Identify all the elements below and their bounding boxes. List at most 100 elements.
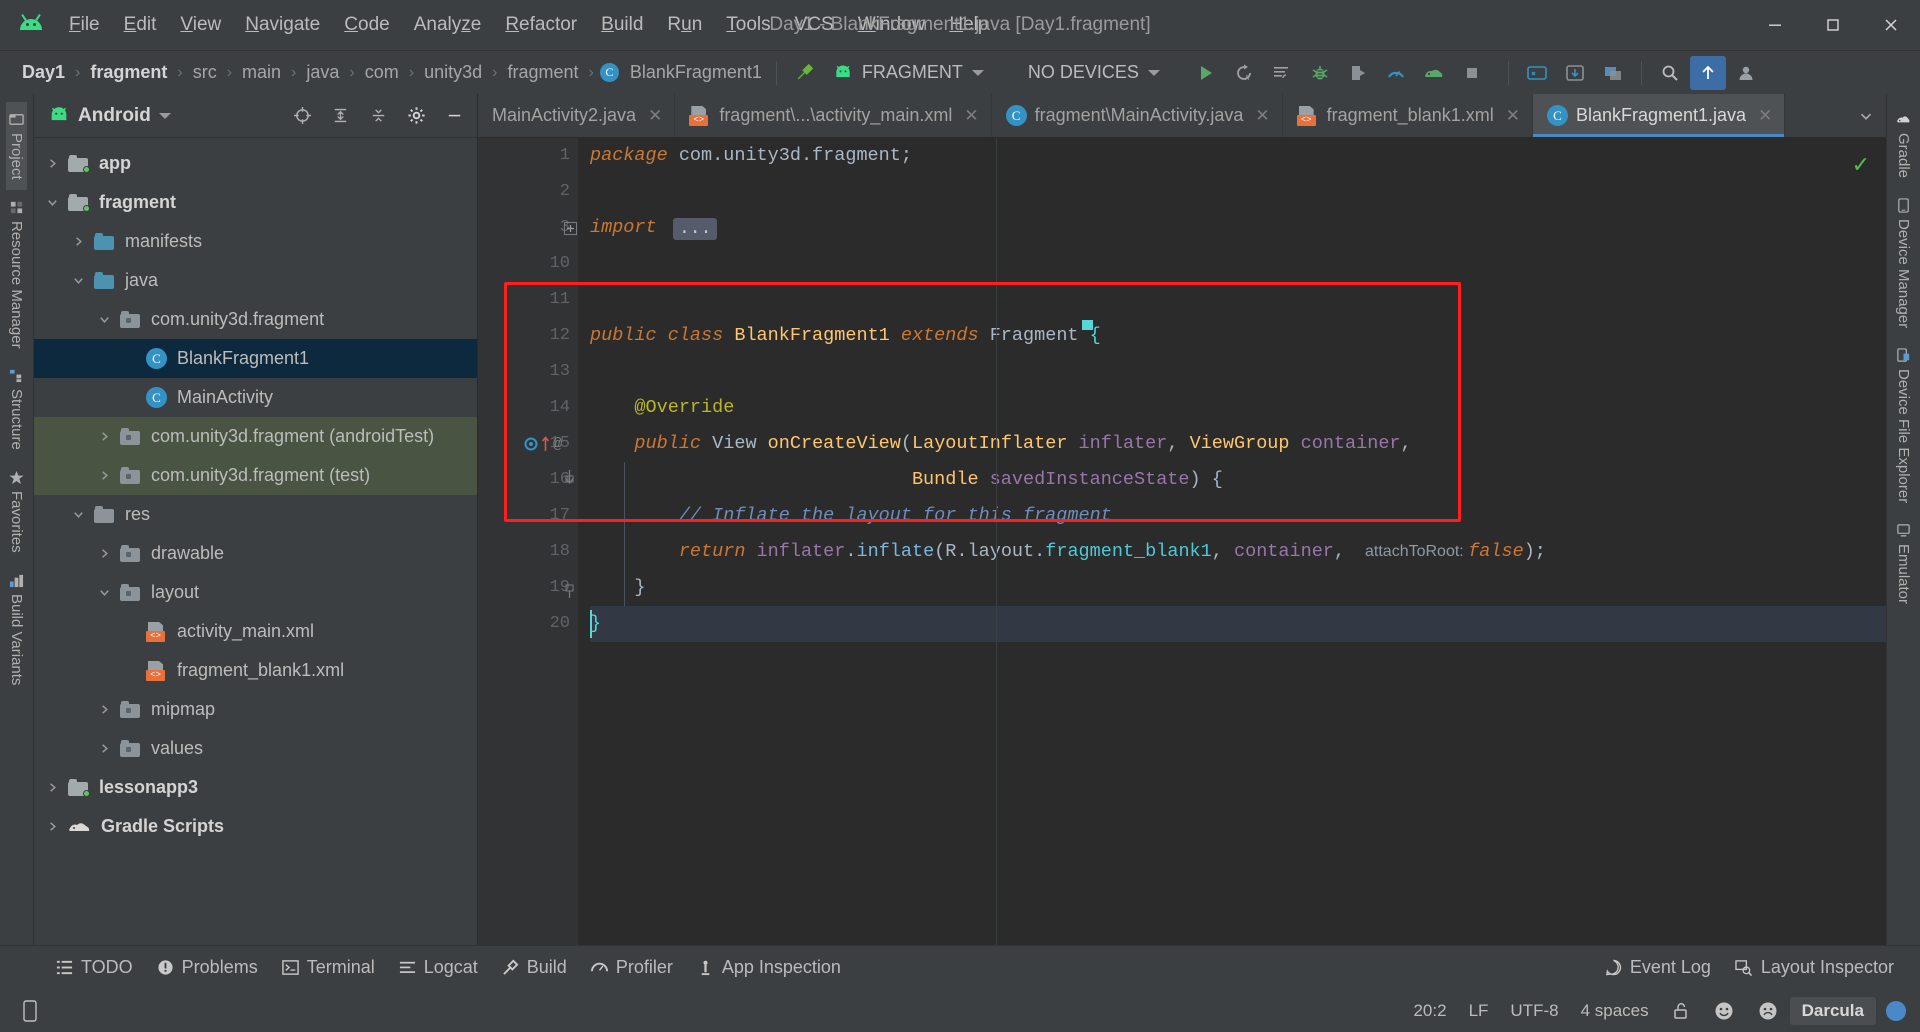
caret-position[interactable]: 20:2 <box>1402 997 1457 1025</box>
chevron-right-icon[interactable] <box>46 781 68 794</box>
bottom-tool-app-inspection[interactable]: App Inspection <box>685 952 853 983</box>
tree-node-mipmap[interactable]: mipmap <box>34 690 477 729</box>
editor-tab-fragment-mainactivity-java[interactable]: Cfragment\MainActivity.java ✕ <box>992 94 1283 137</box>
tree-node-layout[interactable]: layout <box>34 573 477 612</box>
bottom-tool-problems[interactable]: Problems <box>145 952 270 983</box>
smiley-sad-icon[interactable] <box>1746 996 1790 1026</box>
tool-window-button-project[interactable]: Project <box>6 102 27 190</box>
breadcrumb-item-unity3d[interactable]: unity3d <box>420 60 486 85</box>
code-editor[interactable]: 1 2 3 10 11 12 13 14 15 16 17 18 19 20 @ package com.u… <box>478 138 1886 945</box>
chevron-right-icon[interactable] <box>72 235 94 248</box>
tab-overflow-button[interactable] <box>1846 94 1886 137</box>
layout-inspector-button[interactable] <box>1595 56 1631 90</box>
bottom-tool-profiler[interactable]: Profiler <box>579 952 685 983</box>
menu-item-window[interactable]: Window <box>847 9 937 41</box>
tool-window-button-structure[interactable]: Structure <box>6 358 27 460</box>
lock-icon[interactable] <box>1660 997 1702 1025</box>
code-line-14[interactable]: @Override <box>590 390 1886 426</box>
avd-manager-button[interactable] <box>1519 56 1555 90</box>
breadcrumb-item-src[interactable]: src <box>189 60 221 85</box>
close-icon[interactable]: ✕ <box>1758 106 1772 126</box>
editor-tab-blankfragment1-java[interactable]: C BlankFragment1.java ✕ <box>1532 94 1786 137</box>
debug-button[interactable] <box>1302 56 1338 90</box>
settings-gear-button[interactable] <box>401 102 431 130</box>
tool-window-button-emulator[interactable]: Emulator <box>1893 513 1914 614</box>
run-configuration-selector[interactable]: FRAGMENT <box>823 58 994 87</box>
bottom-tool-build[interactable]: Build <box>490 952 579 983</box>
tool-window-button-gradle[interactable]: Gradle <box>1893 102 1914 188</box>
chevron-down-icon[interactable] <box>98 586 120 599</box>
close-icon[interactable]: ✕ <box>1255 106 1269 126</box>
bottom-tool-todo[interactable]: TODO <box>44 952 145 983</box>
tree-node-java[interactable]: java <box>34 261 477 300</box>
apply-code-changes-button[interactable] <box>1264 56 1300 90</box>
user-account-button[interactable] <box>1728 56 1764 90</box>
breadcrumb-item-blankfragment1[interactable]: C BlankFragment1 <box>599 60 766 85</box>
line-separator[interactable]: LF <box>1458 997 1500 1025</box>
chevron-down-icon[interactable] <box>72 508 94 521</box>
bottom-tool-logcat[interactable]: Logcat <box>387 952 490 983</box>
smiley-happy-icon[interactable] <box>1702 996 1746 1026</box>
fold-collapse-bottom-icon[interactable] <box>564 570 575 606</box>
editor-tab-fragment-activity-main-xml[interactable]: <> fragment\...\activity_main.xml ✕ <box>675 94 992 137</box>
minimize-button[interactable] <box>1746 0 1804 50</box>
inspection-status-icon[interactable]: ✓ <box>1852 152 1870 178</box>
code-line-1[interactable]: package com.unity3d.fragment; <box>590 138 1886 174</box>
breadcrumb-item-java[interactable]: java <box>302 60 343 85</box>
encoding[interactable]: UTF-8 <box>1499 997 1569 1025</box>
tree-node-res[interactable]: res <box>34 495 477 534</box>
tree-node-mainactivity[interactable]: C MainActivity <box>34 378 477 417</box>
code-line-13[interactable] <box>590 354 1886 390</box>
tree-node-fragment[interactable]: fragment <box>34 183 477 222</box>
code-line-10[interactable] <box>590 246 1886 282</box>
tree-node-activity-main-xml[interactable]: <> activity_main.xml <box>34 612 477 651</box>
tool-window-button-resource-manager[interactable]: Resource Manager <box>6 190 27 359</box>
code-line-17[interactable]: // Inflate the layout for this fragment <box>590 498 1886 534</box>
chevron-down-icon[interactable] <box>158 112 171 119</box>
device-preview-icon[interactable] <box>10 999 50 1022</box>
menu-item-analyze[interactable]: Analyze <box>403 9 493 41</box>
breadcrumb-item-day1[interactable]: Day1 <box>18 60 69 85</box>
sdk-manager-button[interactable] <box>1557 56 1593 90</box>
device-selector[interactable]: NO DEVICES <box>1018 58 1170 87</box>
maximize-button[interactable] <box>1804 0 1862 50</box>
code-line-11[interactable] <box>590 282 1886 318</box>
tree-node-gradle-scripts[interactable]: Gradle Scripts <box>34 807 477 846</box>
tree-node-com-unity3d-fragment-androidtest-[interactable]: com.unity3d.fragment (androidTest) <box>34 417 477 456</box>
tool-window-button-build-variants[interactable]: Build Variants <box>6 563 27 695</box>
editor-tab-fragment-blank1-xml[interactable]: <> fragment_blank1.xml ✕ <box>1283 94 1533 137</box>
breadcrumb-item-main[interactable]: main <box>238 60 285 85</box>
menu-item-navigate[interactable]: Navigate <box>234 9 331 41</box>
menu-item-build[interactable]: Build <box>590 9 654 41</box>
tree-node-app[interactable]: app <box>34 144 477 183</box>
fold-collapse-top-icon[interactable] <box>564 462 575 498</box>
stop-button[interactable] <box>1454 56 1490 90</box>
menu-item-edit[interactable]: Edit <box>113 9 168 41</box>
chevron-down-icon[interactable] <box>46 196 68 209</box>
fold-expand-icon[interactable] <box>564 210 577 246</box>
tool-window-button-device-file-explorer[interactable]: Device File Explorer <box>1893 338 1914 513</box>
tree-node-values[interactable]: values <box>34 729 477 768</box>
tree-node-drawable[interactable]: drawable <box>34 534 477 573</box>
tree-node-lessonapp3[interactable]: lessonapp3 <box>34 768 477 807</box>
theme-name[interactable]: Darcula <box>1789 996 1876 1025</box>
chevron-right-icon[interactable] <box>46 157 68 170</box>
close-icon[interactable]: ✕ <box>1506 106 1520 126</box>
menu-item-view[interactable]: View <box>169 9 232 41</box>
chevron-down-icon[interactable] <box>72 274 94 287</box>
close-button[interactable] <box>1862 0 1920 50</box>
run-button[interactable] <box>1188 56 1224 90</box>
editor-tab-mainactivity2-java[interactable]: MainActivity2.java ✕ <box>478 94 676 137</box>
chevron-right-icon[interactable] <box>46 820 68 833</box>
tool-window-button-favorites[interactable]: Favorites <box>6 460 27 563</box>
update-project-button[interactable] <box>1689 55 1726 90</box>
chevron-down-icon[interactable] <box>98 313 120 326</box>
code-line-3[interactable]: import <box>590 210 1886 246</box>
breadcrumb-item-fragment[interactable]: fragment <box>86 60 171 85</box>
select-opened-file-button[interactable] <box>287 102 317 130</box>
tree-node-blankfragment1[interactable]: C BlankFragment1 <box>34 339 477 378</box>
folded-import-placeholder[interactable]: ... <box>673 218 718 240</box>
hide-panel-button[interactable] <box>439 102 469 130</box>
breadcrumb-item-com[interactable]: com <box>361 60 403 85</box>
menu-item-run[interactable]: Run <box>656 9 713 41</box>
